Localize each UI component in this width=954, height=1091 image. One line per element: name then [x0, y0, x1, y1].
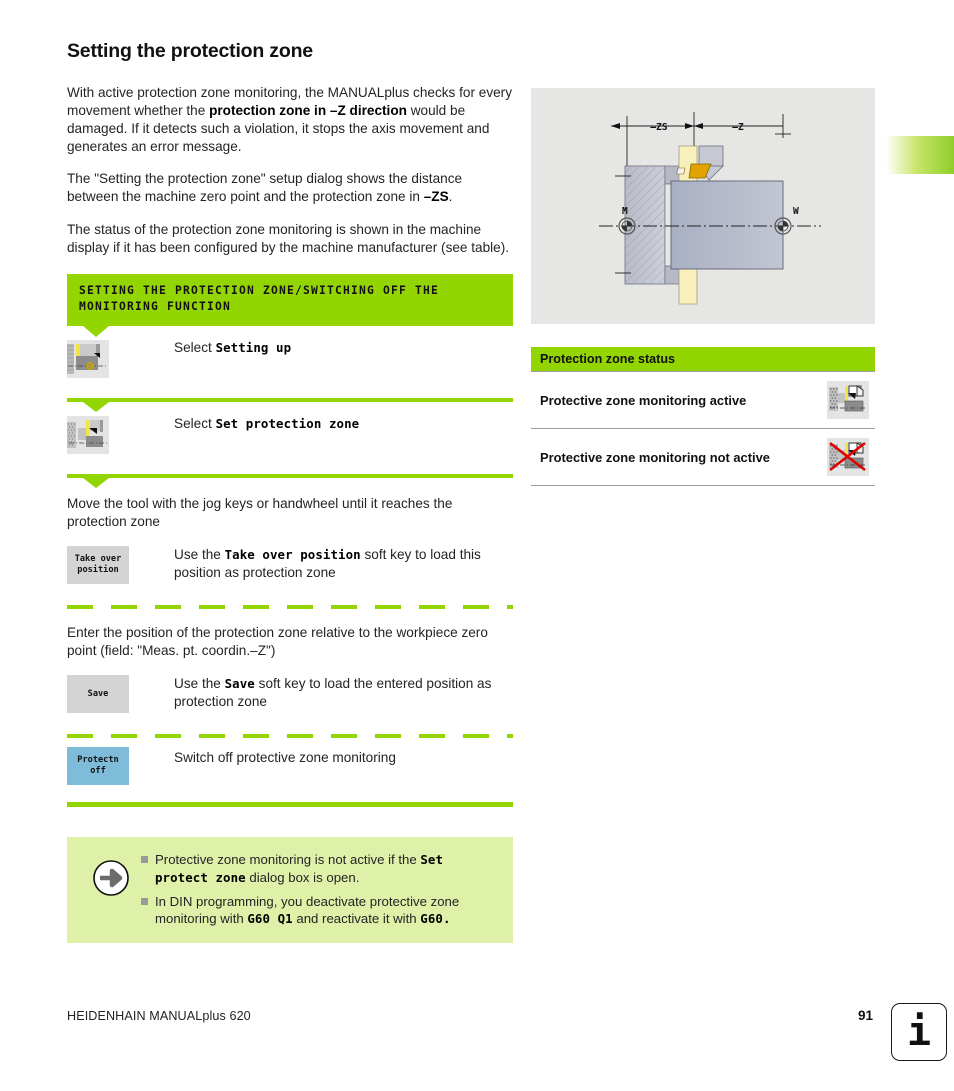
softkey-wrap: Take over position — [67, 545, 174, 584]
table-row: Protective zone monitoring not active — [531, 429, 875, 486]
note-item: Protective zone monitoring is not active… — [141, 851, 499, 886]
softkey-wrap: Protectn off — [67, 747, 174, 786]
step-text-pre: Select — [174, 339, 216, 355]
set-protection-zone-icon — [67, 415, 109, 454]
step-text-pre: Select — [174, 415, 216, 431]
setting-up-lathe-icon — [67, 339, 109, 378]
table-row: Protective zone monitoring active — [531, 371, 875, 429]
softkey-label: Protectn off — [77, 755, 119, 777]
bullet-square-icon — [141, 897, 148, 905]
note-item-text: In DIN programming, you deactivate prote… — [155, 893, 460, 927]
softkey-wrap: Save — [67, 675, 174, 714]
page-root: 3.5 Machine setup Setting the protection… — [0, 0, 954, 1091]
footer-product: HEIDENHAIN MANUALplus 620 — [67, 1009, 251, 1023]
step-icon-wrap — [67, 339, 174, 378]
note-list: Protective zone monitoring is not active… — [141, 851, 499, 928]
arrow-right-circle-icon — [93, 860, 129, 896]
procedure-paragraph-move-tool: Move the tool with the jog keys or handw… — [67, 495, 453, 529]
status-table-header: Protection zone status — [531, 347, 875, 371]
step-text: Select Set protection zone — [174, 415, 513, 433]
page-number: 91 — [858, 1008, 874, 1023]
intro-paragraph-2: The "Setting the protection zone" setup … — [67, 171, 463, 205]
step-text-pre: Use the — [174, 676, 225, 692]
chevron-down-icon — [83, 325, 109, 337]
svg-text:M: M — [622, 206, 628, 217]
step-text: Select Setting up — [174, 339, 513, 357]
svg-text:W: W — [793, 206, 799, 217]
procedure-step-protection-off: Protectn off Switch off protective zone m… — [67, 738, 513, 802]
right-column: –ZS –Z M W Protection zone status Protec… — [531, 88, 875, 486]
chevron-down-icon — [83, 477, 109, 488]
step-separator-dashed-1 — [67, 604, 513, 609]
softkey-take-over-position[interactable]: Take over position — [67, 545, 129, 584]
softkey-label: Save — [87, 688, 109, 699]
status-table: Protection zone status Protective zone m… — [531, 347, 875, 486]
chevron-down-icon — [83, 401, 109, 412]
page-title: Setting the protection zone — [67, 40, 313, 62]
step-separator-1 — [67, 397, 513, 412]
protection-zone-inactive-icon — [827, 438, 869, 476]
step-text-mono: Take over position — [224, 546, 361, 562]
procedure-step-set-protection-zone: Select Set protection zone — [67, 402, 513, 474]
softkey-label: Take over position — [74, 553, 122, 575]
intro-paragraph-1: With active protection zone monitoring, … — [67, 85, 513, 155]
procedure-step-take-over-position: Take over position Use the Take over posi… — [67, 541, 513, 605]
procedure-paragraph-enter-position: Enter the position of the protection zon… — [67, 624, 488, 659]
svg-text:–Z: –Z — [732, 122, 744, 133]
main-content-column: Setting the protection zone With active … — [67, 40, 513, 943]
chapter-tab-highlight — [886, 136, 954, 174]
note-item-text: Protective zone monitoring is not active… — [155, 852, 444, 885]
status-row-label: Protective zone monitoring active — [540, 392, 747, 408]
procedure-heading: SETTING THE PROTECTION ZONE/SWITCHING OF… — [67, 273, 513, 337]
protection-zone-active-icon — [827, 381, 869, 419]
softkey-protectn-off[interactable]: Protectn off — [67, 747, 129, 786]
intro-paragraph-3: The status of the protection zone monito… — [67, 221, 510, 255]
protection-zone-diagram: –ZS –Z M W — [531, 88, 875, 324]
note-icon-wrap — [81, 851, 141, 897]
step-text-pre: Use the — [174, 546, 225, 562]
svg-text:–ZS: –ZS — [650, 122, 667, 133]
step-text-mono: Set protection zone — [215, 415, 360, 431]
note-item: In DIN programming, you deactivate prote… — [141, 893, 499, 928]
note-box: Protective zone monitoring is not active… — [67, 837, 513, 943]
procedure-step-setting-up: Select Setting up — [67, 326, 513, 398]
info-badge: i — [891, 1003, 947, 1061]
footer-product-strong: HEIDENHAIN MANUAL — [67, 1009, 203, 1023]
step-text: Use the Save soft key to load the entere… — [174, 675, 513, 711]
step-text-mono: Setting up — [215, 339, 292, 355]
procedure-step-save: Save Use the Save soft key to load the e… — [67, 670, 513, 734]
bullet-square-icon — [141, 856, 148, 864]
procedure-end-rule — [67, 802, 513, 808]
status-row-label: Protective zone monitoring not active — [540, 449, 770, 465]
step-text: Use the Take over position soft key to l… — [174, 546, 513, 582]
step-icon-wrap — [67, 415, 174, 454]
procedure-heading-text: SETTING THE PROTECTION ZONE/SWITCHING OF… — [79, 283, 440, 314]
info-icon: i — [906, 1009, 932, 1055]
step-text: Switch off protective zone monitoring — [174, 747, 513, 767]
step-text-post: Switch off protective zone monitoring — [174, 750, 396, 766]
step-text-mono: Save — [224, 676, 255, 692]
step-separator-2 — [67, 473, 513, 488]
footer-product-light: plus 620 — [202, 1009, 251, 1023]
softkey-save[interactable]: Save — [67, 675, 129, 714]
